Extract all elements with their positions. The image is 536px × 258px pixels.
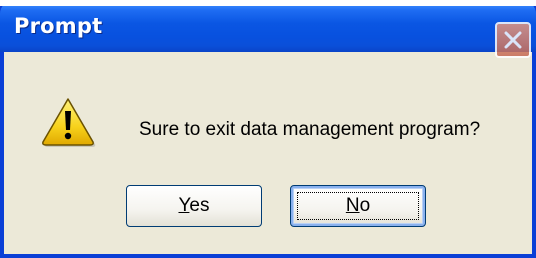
dialog-message: Sure to exit data management program? [139, 119, 481, 140]
no-button-label: No [346, 195, 370, 216]
title-bar[interactable]: Prompt [0, 0, 536, 58]
titlebar-edge [0, 0, 536, 6]
no-label-rest: o [359, 195, 371, 216]
prompt-dialog: Prompt Sure to exit data management prog… [0, 0, 536, 258]
yes-button-label: Yes [178, 195, 209, 216]
yes-label-rest: es [189, 195, 210, 216]
close-icon [504, 31, 522, 49]
yes-mnemonic: Y [178, 195, 190, 216]
warning-icon [42, 98, 96, 147]
dialog-title: Prompt [14, 14, 103, 38]
yes-button[interactable]: Yes [126, 185, 262, 227]
no-button[interactable]: No [290, 185, 426, 227]
dialog-content: Sure to exit data management program? Ye… [8, 52, 536, 254]
no-mnemonic: N [345, 195, 360, 216]
